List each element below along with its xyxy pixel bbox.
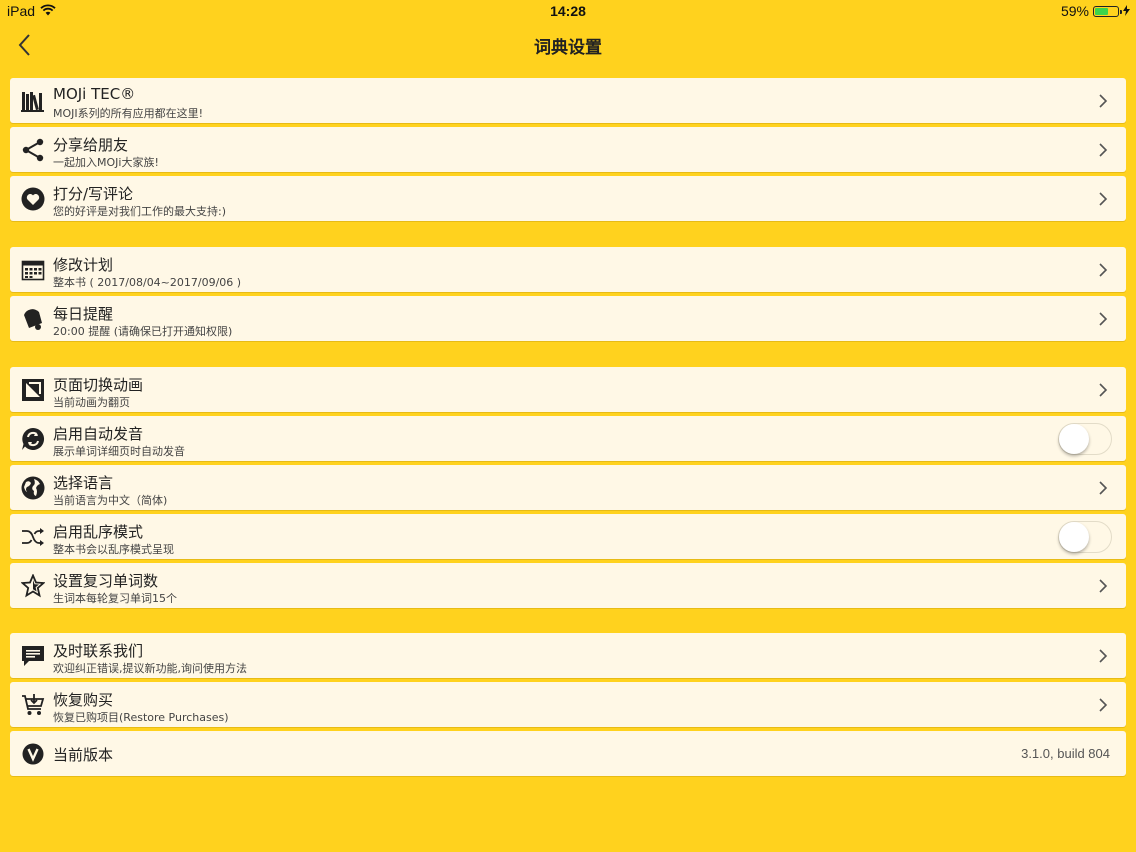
row-title: 每日提醒 [53,305,114,323]
settings-row-edit-plan[interactable]: 修改计划 整本书 ( 2017/08/04~2017/09/06 ) [10,247,1126,292]
settings-row-moji-tec[interactable]: MOJi TEC® MOJI系列的所有应用都在这里! [10,78,1126,123]
settings-group-about: MOJi TEC® MOJI系列的所有应用都在这里! 分享给朋友 一起加入MOJ… [10,78,1126,225]
status-bar: iPad 14:28 59% [0,0,1136,22]
battery-icon [1093,5,1122,17]
chevron-right-icon [1099,481,1108,495]
row-subtitle: 当前语言为中文（简体) [53,494,168,507]
auto-pronounce-toggle[interactable] [1058,423,1112,455]
row-title: 打分/写评论 [53,185,134,203]
globe-icon [21,476,45,500]
row-subtitle: 欢迎纠正错误,提议新功能,询问使用方法 [53,662,247,675]
chevron-right-icon [1099,383,1108,397]
row-subtitle: MOJI系列的所有应用都在这里! [53,107,204,120]
row-title: 启用乱序模式 [53,523,144,541]
page-title: 词典设置 [534,38,602,58]
row-title: 启用自动发音 [53,425,144,443]
row-subtitle: 20:00 提醒 (请确保已打开通知权限) [53,325,233,338]
row-title: 页面切换动画 [53,376,144,394]
row-subtitle: 当前动画为翻页 [53,396,130,409]
chevron-right-icon [1099,192,1108,206]
row-title: 修改计划 [53,256,114,274]
toggle-knob [1059,424,1089,454]
row-title: 设置复习单词数 [53,572,159,590]
settings-row-page-animation[interactable]: 页面切换动画 当前动画为翻页 [10,367,1126,412]
settings-row-language[interactable]: 选择语言 当前语言为中文（简体) [10,465,1126,510]
toggle-knob [1059,522,1089,552]
chevron-right-icon [1099,649,1108,663]
row-subtitle: 展示单词详细页时自动发音 [53,445,185,458]
settings-row-auto-pronounce: 启用自动发音 展示单词详细页时自动发音 [10,416,1126,461]
settings-row-review-count[interactable]: 设置复习单词数 生词本每轮复习单词15个 [10,563,1126,608]
version-value: 3.1.0, build 804 [1021,746,1110,761]
settings-row-share[interactable]: 分享给朋友 一起加入MOJi大家族! [10,127,1126,172]
settings-row-restore-purchases[interactable]: 恢复购买 恢复已购项目(Restore Purchases) [10,682,1126,727]
battery-fill [1095,7,1108,15]
charging-icon [1123,3,1130,19]
settings-row-shuffle: 启用乱序模式 整本书会以乱序模式呈现 [10,514,1126,559]
settings-group-preferences: 页面切换动画 当前动画为翻页 启用自动发音 展示单词详细页时自动发音 选择语言 … [10,367,1126,612]
settings-group-plan: 修改计划 整本书 ( 2017/08/04~2017/09/06 ) 每日提醒 … [10,247,1126,345]
page-flip-icon [21,378,45,402]
auto-sound-icon [21,427,45,451]
settings-row-rate[interactable]: 打分/写评论 您的好评是对我们工作的最大支持:) [10,176,1126,221]
shuffle-toggle[interactable] [1058,521,1112,553]
row-title: 当前版本 [53,746,114,764]
row-subtitle: 整本书 ( 2017/08/04~2017/09/06 ) [53,276,242,289]
row-title: 恢复购买 [53,691,114,709]
star-icon [21,574,45,598]
cart-icon [21,693,45,717]
row-subtitle: 整本书会以乱序模式呈现 [53,543,174,556]
chevron-right-icon [1099,143,1108,157]
row-subtitle: 恢复已购项目(Restore Purchases) [53,711,229,724]
row-subtitle: 您的好评是对我们工作的最大支持:) [53,205,226,218]
chat-icon [21,644,45,668]
row-subtitle: 一起加入MOJi大家族! [53,156,159,169]
settings-row-daily-reminder[interactable]: 每日提醒 20:00 提醒 (请确保已打开通知权限) [10,296,1126,341]
heart-icon [21,187,45,211]
row-subtitle: 生词本每轮复习单词15个 [53,592,177,605]
version-icon [21,742,45,766]
row-title: 及时联系我们 [53,642,144,660]
settings-row-contact[interactable]: 及时联系我们 欢迎纠正错误,提议新功能,询问使用方法 [10,633,1126,678]
battery-percent: 59% [1060,3,1089,19]
settings-row-version: 当前版本 3.1.0, build 804 [10,731,1126,776]
row-title: MOJi TEC® [53,85,136,103]
bell-icon [21,307,45,331]
chevron-right-icon [1099,312,1108,326]
shuffle-icon [21,525,45,549]
chevron-right-icon [1099,579,1108,593]
navigation-bar: 词典设置 [0,22,1136,68]
status-right: 59% [1061,3,1130,19]
chevron-right-icon [1099,263,1108,277]
share-icon [21,138,45,162]
status-time: 14:28 [550,3,586,19]
chevron-right-icon [1099,94,1108,108]
row-title: 选择语言 [53,474,114,492]
books-icon [21,89,45,113]
settings-group-support: 及时联系我们 欢迎纠正错误,提议新功能,询问使用方法 恢复购买 恢复已购项目(R… [10,633,1126,780]
chevron-right-icon [1099,698,1108,712]
calendar-icon [21,258,45,282]
row-title: 分享给朋友 [53,136,129,154]
